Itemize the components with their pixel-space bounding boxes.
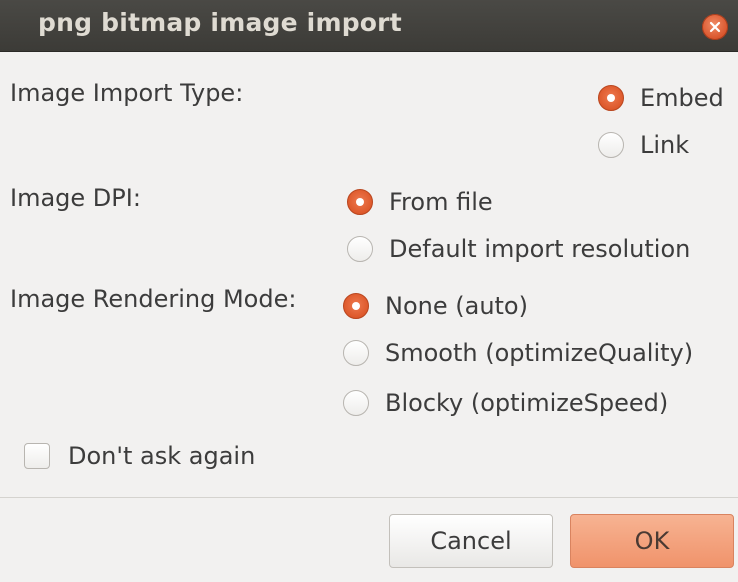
- dont-ask-again-checkbox[interactable]: [24, 443, 50, 469]
- close-icon: [709, 21, 721, 33]
- radio-smooth[interactable]: Smooth (optimizeQuality): [343, 339, 693, 367]
- radio-none-auto[interactable]: None (auto): [343, 292, 528, 320]
- radio-label-embed: Embed: [640, 84, 724, 112]
- dialog-title: png bitmap image import: [38, 8, 402, 37]
- radio-from-file[interactable]: From file: [347, 188, 493, 216]
- radio-button[interactable]: [598, 132, 624, 158]
- radio-button-selected[interactable]: [347, 189, 373, 215]
- radio-label-smooth: Smooth (optimizeQuality): [385, 339, 694, 367]
- radio-button[interactable]: [347, 236, 373, 262]
- radio-link[interactable]: Link: [598, 131, 689, 159]
- close-button[interactable]: [702, 14, 728, 40]
- radio-label-from-file: From file: [389, 188, 493, 216]
- radio-label-blocky: Blocky (optimizeSpeed): [385, 389, 669, 417]
- dpi-label: Image DPI:: [10, 184, 141, 212]
- radio-label-default-resolution: Default import resolution: [389, 235, 691, 263]
- radio-button-selected[interactable]: [343, 293, 369, 319]
- radio-embed[interactable]: Embed: [598, 84, 724, 112]
- import-type-label: Image Import Type:: [10, 79, 244, 107]
- radio-button[interactable]: [343, 390, 369, 416]
- radio-default-resolution[interactable]: Default import resolution: [347, 235, 690, 263]
- button-separator: [0, 497, 738, 498]
- radio-blocky[interactable]: Blocky (optimizeSpeed): [343, 389, 668, 417]
- radio-label-none-auto: None (auto): [385, 292, 528, 320]
- cancel-button[interactable]: Cancel: [389, 514, 553, 568]
- ok-button[interactable]: OK: [570, 514, 734, 568]
- radio-button[interactable]: [343, 340, 369, 366]
- rendering-mode-label: Image Rendering Mode:: [10, 285, 297, 313]
- radio-button-selected[interactable]: [598, 85, 624, 111]
- radio-label-link: Link: [640, 131, 690, 159]
- dont-ask-again-label: Don't ask again: [68, 442, 256, 470]
- title-bar: png bitmap image import: [0, 0, 738, 52]
- dont-ask-again-option[interactable]: Don't ask again: [24, 442, 255, 470]
